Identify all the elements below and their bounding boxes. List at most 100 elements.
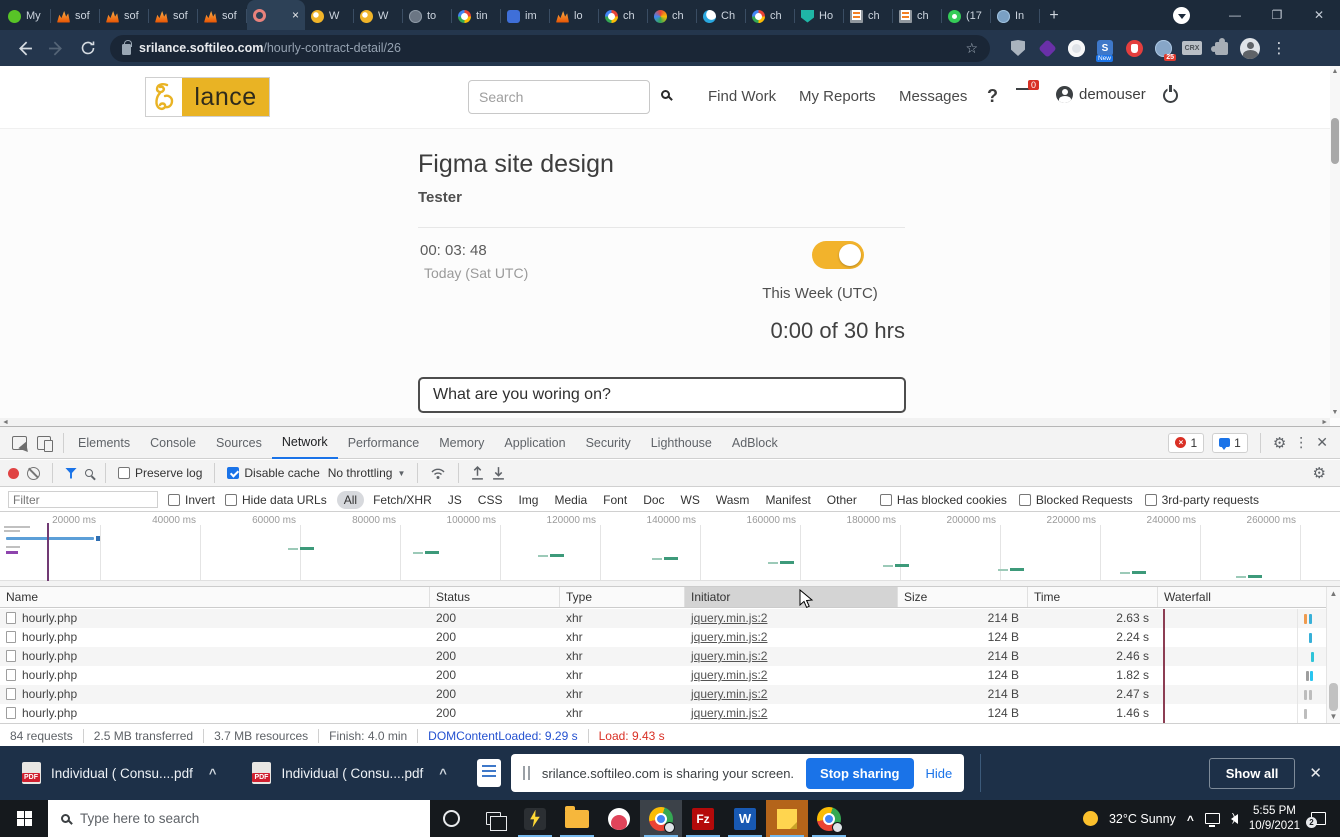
nav-link-my-reports[interactable]: My Reports <box>799 88 876 105</box>
close-window-button[interactable]: ✕ <box>1298 0 1340 30</box>
devtools-tab-lighthouse[interactable]: Lighthouse <box>641 427 722 459</box>
taskbar-clock[interactable]: 5:55 PM10/9/2021 <box>1249 804 1300 834</box>
stop-sharing-button[interactable]: Stop sharing <box>806 758 913 789</box>
browser-tab[interactable]: sof <box>51 2 100 30</box>
cortana-button[interactable] <box>430 800 472 837</box>
column-header-size[interactable]: Size <box>898 587 1028 607</box>
search-icon[interactable] <box>661 90 670 99</box>
browser-tab[interactable]: sof <box>149 2 198 30</box>
browser-tab[interactable]: sof <box>100 2 149 30</box>
cell-initiator-link[interactable]: jquery.min.js:2 <box>685 666 898 685</box>
browser-tab[interactable]: My <box>2 2 51 30</box>
task-description-input[interactable] <box>418 377 906 413</box>
minimize-button[interactable]: — <box>1214 0 1256 30</box>
table-row[interactable]: hourly.php200xhrjquery.min.js:2214 B2.63… <box>0 609 1340 628</box>
browser-tab[interactable]: to <box>403 2 452 30</box>
site-search-input[interactable] <box>468 80 650 114</box>
taskbar-search[interactable]: Type here to search <box>48 800 430 837</box>
scroll-thumb[interactable] <box>1331 118 1339 164</box>
filter-type-font[interactable]: Font <box>596 491 634 509</box>
chevron-up-icon[interactable]: ^ <box>439 766 447 781</box>
export-har-icon[interactable] <box>492 466 505 480</box>
purple-extension-icon[interactable] <box>1037 38 1057 58</box>
browser-tab[interactable]: Ho <box>795 2 844 30</box>
cell-initiator-link[interactable]: jquery.min.js:2 <box>685 628 898 647</box>
action-center-icon[interactable]: 2 <box>1311 812 1326 825</box>
app-paint[interactable] <box>598 800 640 837</box>
devtools-tab-adblock[interactable]: AdBlock <box>722 427 788 459</box>
device-toolbar-icon[interactable] <box>37 436 51 450</box>
browser-tab[interactable]: W <box>354 2 403 30</box>
throttling-select[interactable]: No throttling▼ <box>328 466 406 480</box>
network-overview-timeline[interactable]: 20000 ms40000 ms60000 ms80000 ms100000 m… <box>0 513 1340 587</box>
cell-initiator-link[interactable]: jquery.min.js:2 <box>685 647 898 666</box>
filter-type-other[interactable]: Other <box>820 491 864 509</box>
adblock-hand-icon[interactable] <box>1124 38 1144 58</box>
table-row[interactable]: hourly.php200xhrjquery.min.js:2124 B1.46… <box>0 704 1340 723</box>
logout-power-icon[interactable] <box>1163 88 1178 103</box>
devtools-settings-icon[interactable]: ⚙ <box>1273 434 1286 452</box>
devtools-tab-sources[interactable]: Sources <box>206 427 272 459</box>
filter-type-js[interactable]: JS <box>441 491 469 509</box>
scroll-left-arrow[interactable]: ◄ <box>2 419 9 426</box>
browser-tab[interactable]: W <box>305 2 354 30</box>
app-lightshot[interactable] <box>514 800 556 837</box>
filter-extra-checkbox[interactable]: 3rd-party requests <box>1145 493 1259 507</box>
browser-tab[interactable]: sof <box>198 2 247 30</box>
table-row[interactable]: hourly.php200xhrjquery.min.js:2214 B2.46… <box>0 647 1340 666</box>
app-filezilla[interactable]: Fz <box>682 800 724 837</box>
s-extension-icon[interactable]: SNew <box>1095 38 1115 58</box>
app-chrome-active[interactable] <box>640 800 682 837</box>
scroll-right-arrow[interactable]: ► <box>1321 419 1328 426</box>
scroll-up-arrow[interactable]: ▲ <box>1330 68 1340 75</box>
filter-toggle-icon[interactable] <box>65 468 77 479</box>
browser-tab[interactable]: ch <box>648 2 697 30</box>
browser-tab[interactable]: In <box>991 2 1040 30</box>
column-header-time[interactable]: Time <box>1028 587 1158 607</box>
hide-data-urls-checkbox[interactable]: Hide data URLs <box>225 493 327 507</box>
record-button[interactable] <box>8 468 19 479</box>
close-bar-icon[interactable]: ✕ <box>1309 764 1322 782</box>
devtools-tab-performance[interactable]: Performance <box>338 427 430 459</box>
network-settings-icon[interactable]: ⚙ <box>1313 464 1332 482</box>
filter-type-media[interactable]: Media <box>547 491 594 509</box>
scroll-thumb[interactable] <box>1329 683 1338 711</box>
table-row[interactable]: hourly.php200xhrjquery.min.js:2214 B2.47… <box>0 685 1340 704</box>
pdf-window-button[interactable]: Individual ( Consu....pdf^ <box>8 753 230 793</box>
chevron-up-icon[interactable]: ^ <box>209 766 217 781</box>
browser-tab-active[interactable]: × <box>247 0 305 30</box>
message-count[interactable]: 1 <box>1212 433 1248 453</box>
crx-extension-icon[interactable]: CRX <box>1182 38 1202 58</box>
table-row[interactable]: hourly.php200xhrjquery.min.js:2124 B2.24… <box>0 628 1340 647</box>
new-tab-button[interactable]: + <box>1040 2 1068 30</box>
profile-avatar[interactable] <box>1240 38 1260 58</box>
devtools-close-icon[interactable]: ✕ <box>1316 434 1328 451</box>
circle-extension-icon[interactable] <box>1066 38 1086 58</box>
browser-tab[interactable]: (17 <box>942 2 991 30</box>
pdf-window-button[interactable]: Individual ( Consu....pdf^ <box>238 753 460 793</box>
network-filter-input[interactable] <box>8 491 158 508</box>
filter-extra-checkbox[interactable]: Has blocked cookies <box>880 493 1007 507</box>
inspect-element-icon[interactable] <box>12 436 27 450</box>
filter-type-manifest[interactable]: Manifest <box>758 491 817 509</box>
hide-link[interactable]: Hide <box>926 766 953 781</box>
maximize-button[interactable]: ❐ <box>1256 0 1298 30</box>
column-header-waterfall[interactable]: Waterfall <box>1158 587 1340 607</box>
filter-type-img[interactable]: Img <box>511 491 545 509</box>
browser-tab[interactable]: ch <box>893 2 942 30</box>
shield-extension-icon[interactable] <box>1008 38 1028 58</box>
invert-checkbox[interactable]: Invert <box>168 493 215 507</box>
app-file-explorer[interactable] <box>556 800 598 837</box>
devtools-tab-application[interactable]: Application <box>494 427 575 459</box>
nav-link-find-work[interactable]: Find Work <box>708 88 776 105</box>
devtools-menu-icon[interactable]: ⋮ <box>1294 434 1308 451</box>
browser-tab[interactable]: ch <box>746 2 795 30</box>
cell-initiator-link[interactable]: jquery.min.js:2 <box>685 609 898 628</box>
filter-type-wasm[interactable]: Wasm <box>709 491 757 509</box>
browser-tab[interactable]: ch <box>599 2 648 30</box>
puzzle-extensions-icon[interactable] <box>1211 38 1231 58</box>
import-har-icon[interactable] <box>471 466 484 480</box>
tab-close-icon[interactable]: × <box>292 8 299 22</box>
globe-extension-icon[interactable]: 25 <box>1153 38 1173 58</box>
browser-tab[interactable]: tin <box>452 2 501 30</box>
